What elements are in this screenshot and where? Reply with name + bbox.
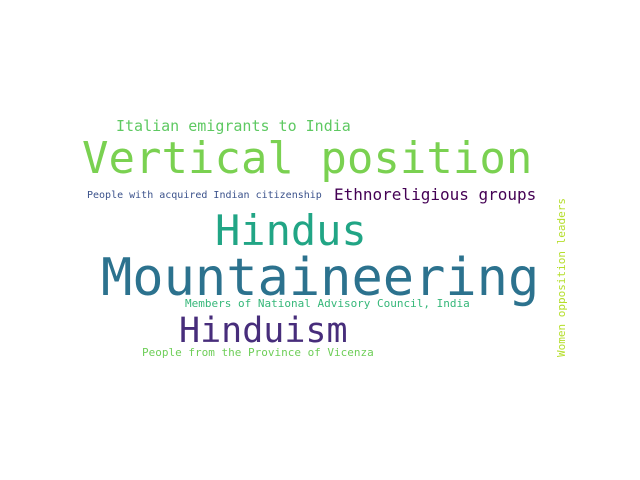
word-hindus: Hindus (215, 206, 367, 255)
word-members-national-advisory-council: Members of National Advisory Council, In… (185, 297, 470, 310)
word-vertical-position: Vertical position (82, 133, 533, 184)
word-people-indian-citizenship: People with acquired Indian citizenship (87, 190, 322, 201)
word-italian-emigrants: Italian emigrants to India (116, 117, 351, 135)
word-province-of-vicenza: People from the Province of Vicenza (142, 346, 374, 359)
word-ethnoreligious-groups: Ethnoreligious groups (334, 185, 537, 204)
word-women-opposition-leaders: Women opposition leaders (555, 198, 568, 357)
word-cloud: Italian emigrants to India Vertical posi… (0, 0, 640, 480)
word-hinduism: Hinduism (179, 311, 348, 351)
